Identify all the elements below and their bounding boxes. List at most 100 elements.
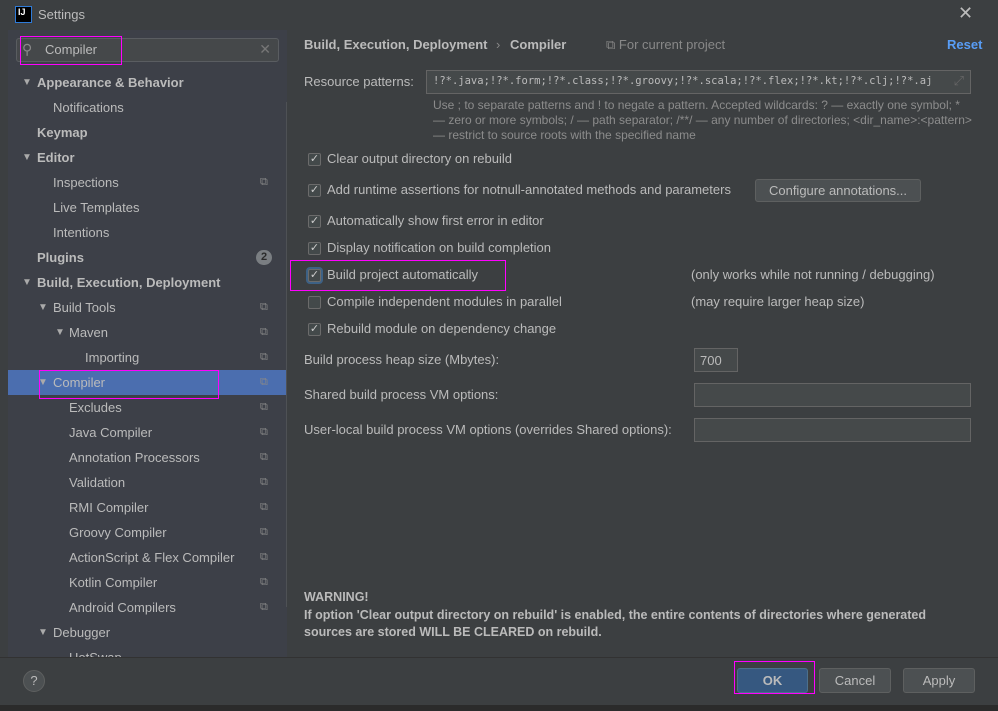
- plugins-update-badge: 2: [256, 250, 272, 265]
- tree-item[interactable]: ▼ Compiler ⧉: [8, 370, 287, 395]
- expand-arrow-icon[interactable]: ▼: [38, 295, 48, 320]
- tree-scrollbar[interactable]: [286, 102, 287, 607]
- project-scope-icon: ⧉: [260, 476, 268, 488]
- resource-patterns-value: !?*.java;!?*.form;!?*.class;!?*.groovy;!…: [433, 75, 933, 87]
- tree-item[interactable]: ▼ Maven ⧉: [8, 320, 278, 345]
- close-icon[interactable]: ✕: [958, 3, 973, 24]
- option-label[interactable]: Build project automatically: [327, 267, 478, 282]
- tree-item-label: Plugins: [37, 250, 84, 265]
- cancel-button[interactable]: Cancel: [819, 668, 891, 693]
- settings-dialog: IJ Settings ✕ ▼ Appearance & Behavior Noti…: [0, 0, 998, 705]
- window-title: Settings: [38, 7, 85, 22]
- project-scope-icon: ⧉: [260, 426, 268, 438]
- tree-item-label: Kotlin Compiler: [69, 575, 158, 590]
- shared-vm-options-input[interactable]: [694, 383, 971, 407]
- expand-arrow-icon[interactable]: ▼: [55, 320, 65, 345]
- tree-item[interactable]: Groovy Compiler ⧉: [8, 520, 278, 545]
- option-note: (may require larger heap size): [691, 294, 865, 309]
- tree-item[interactable]: Inspections ⧉: [8, 170, 278, 195]
- breadcrumb-separator: ›: [496, 37, 501, 52]
- breadcrumb-parent[interactable]: Build, Execution, Deployment: [304, 37, 487, 52]
- project-scope-icon: ⧉: [260, 576, 268, 588]
- option-label[interactable]: Rebuild module on dependency change: [327, 321, 556, 336]
- tree-item[interactable]: ▼ Editor: [8, 145, 278, 170]
- breadcrumb-current: Compiler: [510, 37, 567, 52]
- option-note: (only works while not running / debuggin…: [691, 267, 935, 282]
- tree-item[interactable]: Intentions: [8, 220, 278, 245]
- project-scope-icon: ⧉: [260, 451, 268, 463]
- warning-title: WARNING!: [304, 590, 369, 604]
- tree-item[interactable]: Importing ⧉: [8, 345, 278, 370]
- configure-annotations-button[interactable]: Configure annotations...: [755, 179, 921, 202]
- tree-item[interactable]: Java Compiler ⧉: [8, 420, 278, 445]
- option-checkbox[interactable]: ✓: [308, 215, 321, 228]
- option-label[interactable]: Automatically show first error in editor: [327, 213, 544, 228]
- tree-item[interactable]: Notifications: [8, 95, 278, 120]
- tree-item[interactable]: ActionScript & Flex Compiler ⧉: [8, 545, 278, 570]
- scope-label: ⧉ For current project: [606, 37, 725, 53]
- option-label[interactable]: Display notification on build completion: [327, 240, 551, 255]
- heap-size-label: Build process heap size (Mbytes):: [304, 352, 500, 367]
- intellij-logo: IJ: [15, 6, 32, 23]
- tree-item-label: Appearance & Behavior: [37, 75, 184, 90]
- expand-arrow-icon[interactable]: ▼: [22, 70, 32, 95]
- tree-item[interactable]: Android Compilers ⧉: [8, 595, 278, 620]
- project-scope-icon: ⧉: [260, 176, 268, 188]
- tree-item[interactable]: Plugins 2: [8, 245, 278, 270]
- tree-item[interactable]: Excludes ⧉: [8, 395, 278, 420]
- reset-link[interactable]: Reset: [947, 37, 982, 52]
- project-scope-icon: ⧉: [260, 301, 268, 313]
- apply-button[interactable]: Apply: [903, 668, 975, 693]
- option-checkbox[interactable]: ✓: [308, 153, 321, 166]
- user-vm-options-input[interactable]: [694, 418, 971, 442]
- expand-icon[interactable]: ⤢: [954, 73, 964, 89]
- tree-item-label: Compiler: [53, 375, 106, 390]
- ok-button[interactable]: OK: [737, 668, 808, 693]
- heap-size-input[interactable]: 700: [694, 348, 738, 372]
- project-scope-icon: ⧉: [260, 326, 268, 338]
- tree-item[interactable]: ▼ Debugger: [8, 620, 278, 645]
- project-scope-icon: ⧉: [606, 37, 619, 52]
- title-bar: IJ Settings ✕: [0, 0, 998, 30]
- shared-vm-options-label: Shared build process VM options:: [304, 387, 499, 402]
- help-button[interactable]: ?: [23, 670, 45, 692]
- option-label[interactable]: Compile independent modules in parallel: [327, 294, 562, 309]
- tree-item[interactable]: ▼ Appearance & Behavior: [8, 70, 278, 95]
- tree-item[interactable]: Kotlin Compiler ⧉: [8, 570, 278, 595]
- option-label[interactable]: Clear output directory on rebuild: [327, 151, 512, 166]
- settings-search[interactable]: ⚲ ✕: [16, 38, 279, 62]
- tree-item-label: Debugger: [53, 625, 111, 640]
- tree-item[interactable]: Annotation Processors ⧉: [8, 445, 278, 470]
- option-checkbox[interactable]: [308, 296, 321, 309]
- tree-item[interactable]: Live Templates: [8, 195, 278, 220]
- dialog-footer: ? OK Cancel Apply: [0, 657, 998, 705]
- tree-item-label: Build, Execution, Deployment: [37, 275, 221, 290]
- clear-search-icon[interactable]: ✕: [259, 41, 271, 58]
- option-checkbox[interactable]: ✓: [308, 269, 321, 282]
- tree-item-label: Android Compilers: [69, 600, 176, 615]
- project-scope-icon: ⧉: [260, 551, 268, 563]
- expand-arrow-icon[interactable]: ▼: [38, 370, 48, 395]
- tree-item[interactable]: Keymap: [8, 120, 278, 145]
- expand-arrow-icon[interactable]: ▼: [22, 270, 32, 295]
- option-label[interactable]: Add runtime assertions for notnull-annot…: [327, 182, 731, 197]
- resource-patterns-hint: Use ; to separate patterns and ! to nega…: [433, 98, 972, 142]
- tree-item-label: Importing: [85, 350, 140, 365]
- project-scope-icon: ⧉: [260, 601, 268, 613]
- search-input[interactable]: [45, 42, 245, 57]
- resource-patterns-label: Resource patterns:: [304, 74, 414, 89]
- tree-item-label: Maven: [69, 325, 109, 340]
- tree-item[interactable]: Validation ⧉: [8, 470, 278, 495]
- tree-item[interactable]: ▼ Build Tools ⧉: [8, 295, 278, 320]
- tree-item[interactable]: HotSwap: [8, 645, 278, 657]
- tree-item[interactable]: RMI Compiler ⧉: [8, 495, 278, 520]
- option-checkbox[interactable]: ✓: [308, 184, 321, 197]
- project-scope-icon: ⧉: [260, 351, 268, 363]
- option-checkbox[interactable]: ✓: [308, 242, 321, 255]
- option-checkbox[interactable]: ✓: [308, 323, 321, 336]
- expand-arrow-icon[interactable]: ▼: [22, 145, 32, 170]
- tree-item[interactable]: ▼ Build, Execution, Deployment: [8, 270, 278, 295]
- expand-arrow-icon[interactable]: ▼: [38, 620, 48, 645]
- resource-patterns-field[interactable]: !?*.java;!?*.form;!?*.class;!?*.groovy;!…: [426, 70, 971, 94]
- user-vm-options-label: User-local build process VM options (ove…: [304, 422, 672, 437]
